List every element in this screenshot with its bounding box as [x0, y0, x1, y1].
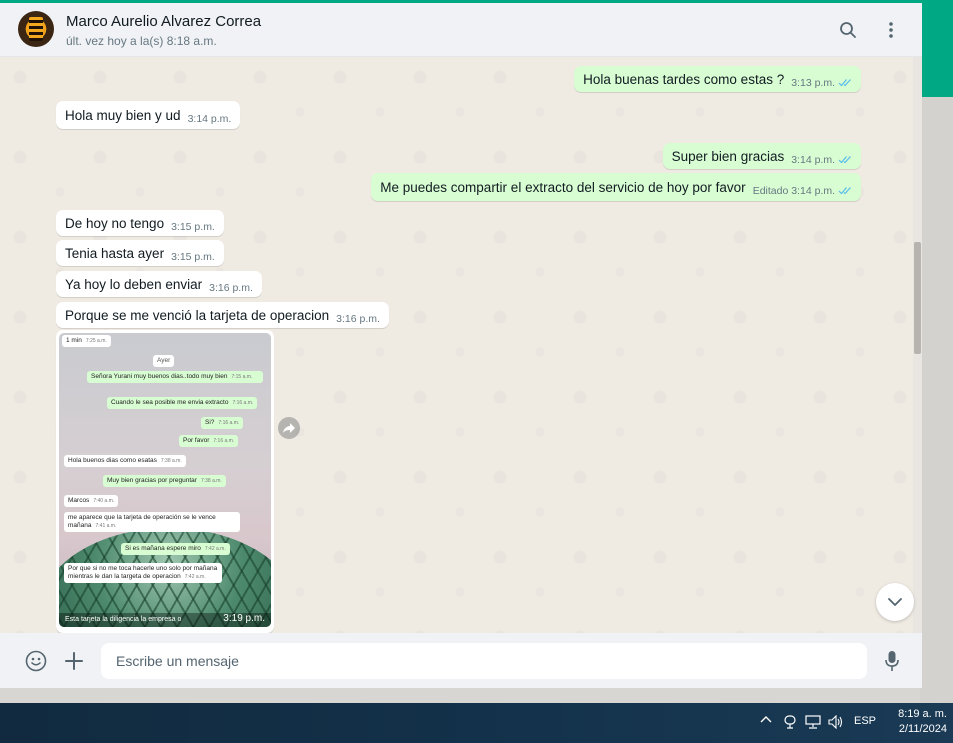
clock-time: 8:19 a. m.	[898, 708, 947, 720]
message-text: Porque se me venció la tarjeta de operac…	[65, 307, 330, 323]
forward-icon[interactable]	[278, 417, 300, 439]
screenshot-line: Si? 7:16 a.m.	[201, 417, 244, 429]
message-time: Editado 3:14 p.m.	[752, 184, 835, 197]
kebab-menu-icon[interactable]	[879, 18, 903, 42]
screenshot-line: Muy bien gracias por preguntar 7:38 a.m.	[103, 475, 226, 487]
screenshot-line: Por favor 7:16 a.m.	[179, 435, 239, 447]
message-time: 3:19 p.m.	[223, 613, 265, 624]
background-accent-panel	[920, 0, 953, 97]
double-check-icon	[838, 156, 851, 164]
chat-header[interactable]: Marco Aurelio Alvarez Correa últ. vez ho…	[0, 3, 922, 57]
microphone-icon[interactable]	[880, 649, 904, 673]
avatar-image	[29, 17, 43, 41]
message-text: Ya hoy lo deben enviar	[65, 276, 203, 292]
background-panel	[920, 97, 953, 703]
message-time: 3:16 p.m.	[336, 312, 380, 325]
screenshot-image[interactable]: 1 min 7:25 a.m. Ayer Señora Yurani muy bu…	[59, 333, 271, 627]
message-time: 3:15 p.m.	[171, 250, 215, 263]
message-list[interactable]: Hola buenas tardes como estas ? 3:13 p.m…	[0, 57, 922, 633]
message-text: Me puedes compartir el extracto del serv…	[380, 179, 746, 195]
double-check-icon	[838, 79, 851, 87]
last-seen-status: últ. vez hoy a la(s) 8:18 a.m.	[66, 34, 217, 48]
message-bubble-incoming[interactable]: Porque se me venció la tarjeta de operac…	[56, 302, 389, 328]
message-bubble-incoming[interactable]: Tenia hasta ayer 3:15 p.m.	[56, 240, 224, 266]
message-text: Super bien gracias	[671, 148, 785, 164]
windows-taskbar: ESP 8:19 a. m. 2/11/2024	[0, 703, 953, 743]
screenshot-line: Marcos 7:40 a.m.	[64, 495, 119, 507]
input-language[interactable]: ESP	[854, 715, 876, 727]
screenshot-line: Señora Yurani muy buenos dias..todo muy …	[87, 371, 263, 383]
chevron-up-icon[interactable]	[760, 715, 772, 723]
message-time: 3:15 p.m.	[171, 220, 215, 233]
contact-name[interactable]: Marco Aurelio Alvarez Correa	[66, 13, 261, 30]
message-text: De hoy no tengo	[65, 215, 165, 231]
message-input[interactable]	[101, 643, 867, 679]
network-icon[interactable]	[805, 715, 821, 729]
message-bubble-outgoing[interactable]: Me puedes compartir el extracto del serv…	[371, 173, 861, 201]
emoji-icon[interactable]	[24, 649, 48, 673]
search-icon[interactable]	[836, 18, 860, 42]
message-text: Hola buenas tardes como estas ?	[583, 71, 785, 87]
screenshot-line: Si es mañana espere miro 7:42 a.m.	[121, 543, 230, 555]
screenshot-line: Por que si no me toca hacerle uno solo p…	[64, 563, 222, 583]
volume-icon[interactable]	[828, 715, 844, 729]
screenshot-line: Hola buenos dias como esatas 7:38 a.m.	[64, 455, 186, 467]
system-clock[interactable]: 8:19 a. m. 2/11/2024	[887, 707, 947, 737]
screenshot-line: me aparece que la tarjeta de operación s…	[64, 512, 240, 532]
meet-now-icon[interactable]	[783, 715, 797, 729]
contact-avatar[interactable]	[18, 11, 54, 47]
message-time: 3:14 p.m.	[791, 153, 835, 166]
message-time: 3:14 p.m.	[187, 112, 232, 125]
scrollbar-thumb[interactable]	[914, 242, 921, 354]
message-bubble-outgoing[interactable]: Hola buenas tardes como estas ? 3:13 p.m…	[574, 66, 861, 92]
screenshot-line: Cuando le sea posible me envia extracto 7…	[107, 397, 258, 409]
screenshot-day-label: Ayer	[153, 355, 175, 367]
message-time: 3:13 p.m.	[791, 76, 835, 89]
plus-icon[interactable]	[62, 649, 86, 673]
message-composer	[0, 633, 922, 688]
message-bubble-incoming[interactable]: De hoy no tengo 3:15 p.m.	[56, 210, 224, 236]
message-time: 3:16 p.m.	[209, 281, 253, 294]
clock-date: 2/11/2024	[898, 723, 947, 735]
message-text: Tenia hasta ayer	[65, 245, 165, 261]
chevron-down-icon[interactable]	[876, 583, 914, 621]
message-bubble-outgoing[interactable]: Super bien gracias 3:14 p.m.	[662, 143, 861, 169]
double-check-icon	[838, 187, 851, 195]
image-message[interactable]: 1 min 7:25 a.m. Ayer Señora Yurani muy bu…	[56, 330, 274, 633]
whatsapp-chat-window: Marco Aurelio Alvarez Correa últ. vez ho…	[0, 3, 922, 688]
message-bubble-incoming[interactable]: Ya hoy lo deben enviar 3:16 p.m.	[56, 271, 262, 297]
message-text: Hola muy bien y ud	[65, 107, 181, 123]
screenshot-line: 1 min 7:25 a.m.	[62, 335, 111, 347]
message-bubble-incoming[interactable]: Hola muy bien y ud 3:14 p.m.	[56, 101, 241, 129]
